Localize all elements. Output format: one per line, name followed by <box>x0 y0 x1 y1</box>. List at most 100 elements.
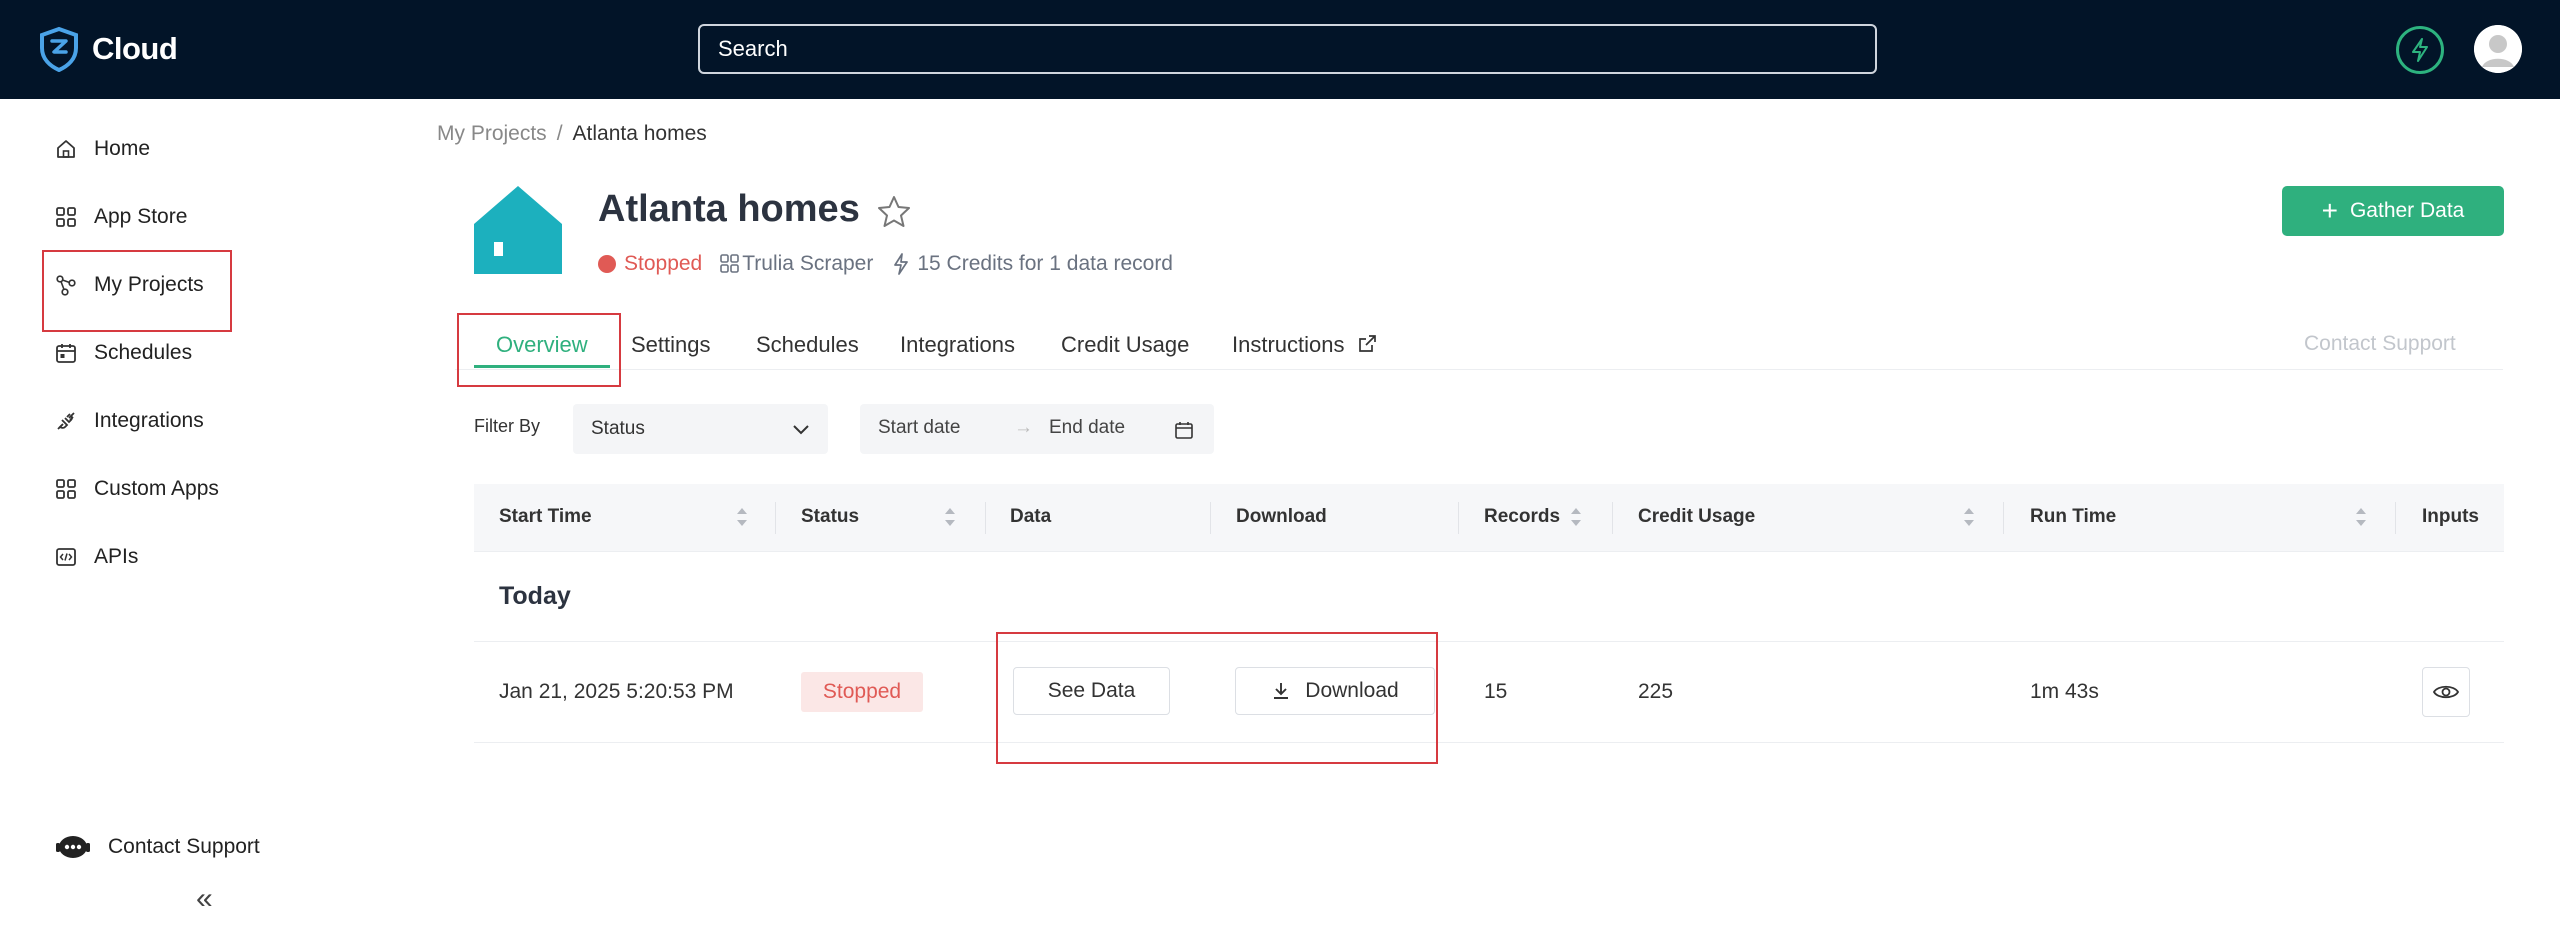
cell-run-time: 1m 43s <box>2030 680 2099 703</box>
column-divider <box>985 502 986 534</box>
sort-icon[interactable] <box>1569 504 1583 530</box>
view-inputs-button[interactable] <box>2422 667 2470 717</box>
sidebar-item-label: Schedules <box>94 341 193 364</box>
user-avatar-icon <box>2474 25 2522 73</box>
tab-schedules[interactable]: Schedules <box>756 332 859 358</box>
top-bar: Cloud <box>0 0 2560 99</box>
lightning-icon <box>894 253 909 275</box>
column-divider <box>1458 502 1459 534</box>
arrow-right-icon: → <box>1014 417 1033 438</box>
status-badge: Stopped <box>801 672 923 712</box>
table-header: Start Time Status Data Download Records … <box>474 484 2504 552</box>
sort-icon[interactable] <box>735 504 749 530</box>
home-icon <box>54 137 78 161</box>
sidebar-item-label: App Store <box>94 205 188 228</box>
sort-icon[interactable] <box>943 504 957 530</box>
plus-icon: + <box>2321 195 2338 226</box>
project-credits: 15 Credits for 1 data record <box>917 252 1173 275</box>
sort-icon[interactable] <box>2354 504 2368 530</box>
sidebar-item-integrations[interactable]: Integrations <box>54 401 204 441</box>
credits-button[interactable] <box>2396 26 2444 74</box>
row-divider <box>474 742 2504 743</box>
sort-icon[interactable] <box>1962 504 1976 530</box>
headset-icon <box>56 836 90 858</box>
column-divider <box>775 502 776 534</box>
chevron-down-icon <box>793 425 809 435</box>
sidebar-item-app-store[interactable]: App Store <box>54 197 187 237</box>
column-inputs: Inputs <box>2422 506 2479 527</box>
start-date-input[interactable]: Start date <box>878 417 960 439</box>
breadcrumb: My Projects / Atlanta homes <box>437 122 707 146</box>
highlight-my-projects <box>42 250 232 332</box>
search-input[interactable] <box>698 24 1877 74</box>
grid-icon <box>720 254 740 273</box>
sidebar-item-label: APIs <box>94 545 139 568</box>
tab-settings[interactable]: Settings <box>631 332 711 358</box>
sidebar-item-label: Integrations <box>94 409 204 432</box>
cell-start-time: Jan 21, 2025 5:20:53 PM <box>499 680 734 703</box>
row-divider <box>474 641 2504 642</box>
external-link-icon <box>1358 335 1376 352</box>
tabs-divider <box>455 369 2503 370</box>
column-download: Download <box>1236 506 1327 527</box>
sidebar-item-schedules[interactable]: Schedules <box>54 333 192 373</box>
column-divider <box>2003 502 2004 534</box>
favorite-star-icon[interactable] <box>876 195 912 229</box>
sidebar-item-home[interactable]: Home <box>54 129 150 169</box>
avatar[interactable] <box>2474 25 2522 73</box>
sidebar-item-label: Custom Apps <box>94 477 219 500</box>
grid-icon <box>54 477 78 501</box>
lightning-icon <box>2412 38 2428 62</box>
project-house-icon <box>474 186 562 274</box>
contact-support-link[interactable]: Contact Support <box>2304 332 2456 356</box>
end-date-input[interactable]: End date <box>1049 417 1125 439</box>
project-status: Stopped <box>624 252 703 275</box>
column-divider <box>1612 502 1613 534</box>
column-divider <box>1210 502 1211 534</box>
contact-support-label: Contact Support <box>108 835 260 858</box>
calendar-icon <box>1175 422 1193 439</box>
tab-credit-usage[interactable]: Credit Usage <box>1061 332 1189 358</box>
eye-icon <box>2433 685 2459 699</box>
sidebar-contact-support[interactable]: Contact Support <box>56 833 260 861</box>
status-select[interactable]: Status <box>573 404 828 454</box>
breadcrumb-separator: / <box>556 122 563 145</box>
tab-instructions[interactable]: Instructions <box>1232 332 1377 358</box>
project-scraper[interactable]: Trulia Scraper <box>742 252 873 276</box>
collapse-sidebar-button[interactable]: « <box>196 884 213 914</box>
page-title: Atlanta homes <box>598 188 860 230</box>
highlight-overview-tab <box>457 313 621 387</box>
breadcrumb-current: Atlanta homes <box>572 122 707 145</box>
logo[interactable]: Cloud <box>38 26 178 72</box>
column-start-time[interactable]: Start Time <box>499 506 592 528</box>
group-label: Today <box>499 582 571 610</box>
column-credit-usage[interactable]: Credit Usage <box>1638 506 1755 528</box>
gather-data-button[interactable]: + Gather Data <box>2282 186 2504 236</box>
plug-icon <box>54 409 78 433</box>
sidebar-item-custom-apps[interactable]: Custom Apps <box>54 469 219 509</box>
tab-integrations[interactable]: Integrations <box>900 332 1015 358</box>
column-data: Data <box>1010 506 1052 527</box>
status-select-value: Status <box>591 418 645 439</box>
column-divider <box>2395 502 2396 534</box>
cell-records: 15 <box>1484 680 1508 703</box>
project-meta: Stopped Trulia Scraper 15 Credits for 1 … <box>598 252 1173 276</box>
calendar-icon <box>54 341 78 365</box>
column-status[interactable]: Status <box>801 506 859 528</box>
gather-data-label: Gather Data <box>2349 199 2465 222</box>
filter-label: Filter By <box>474 416 541 436</box>
status-dot <box>598 255 616 273</box>
app-name: Cloud <box>92 31 178 66</box>
sidebar-item-apis[interactable]: APIs <box>54 537 138 577</box>
breadcrumb-parent[interactable]: My Projects <box>437 122 547 145</box>
code-icon <box>54 545 78 569</box>
column-records[interactable]: Records <box>1484 506 1560 528</box>
cell-credit-usage: 225 <box>1638 680 1674 703</box>
shield-logo-icon <box>40 26 78 72</box>
tab-instructions-label: Instructions <box>1232 332 1345 357</box>
column-run-time[interactable]: Run Time <box>2030 506 2116 528</box>
date-range-picker[interactable]: Start date → End date <box>860 404 1214 454</box>
grid-icon <box>54 205 78 229</box>
highlight-data-download <box>996 632 1438 764</box>
sidebar-item-label: Home <box>94 137 151 160</box>
